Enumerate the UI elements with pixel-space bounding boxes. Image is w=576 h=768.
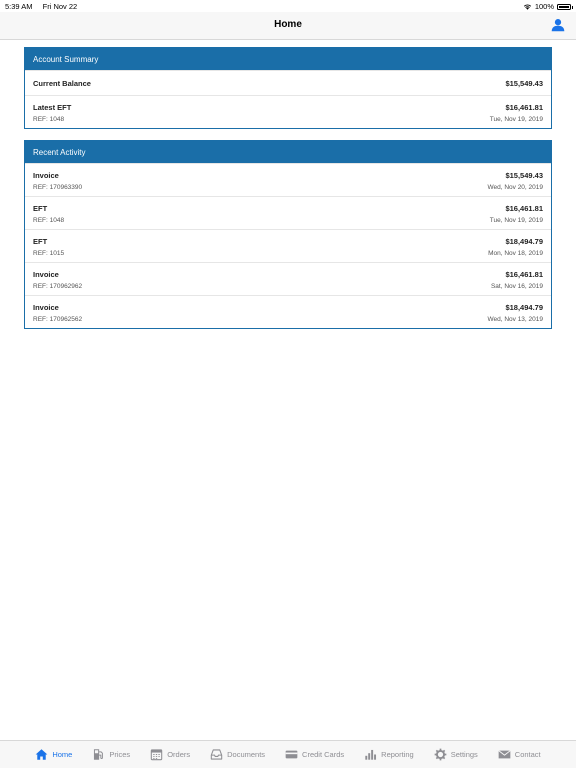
activity-type: EFT (33, 237, 48, 246)
current-balance-label: Current Balance (33, 79, 91, 88)
activity-amount: $16,461.81 (505, 204, 543, 213)
wifi-icon (523, 4, 531, 10)
activity-amount: $18,494.79 (505, 237, 543, 246)
activity-ref: REF: 170962562 (33, 316, 83, 323)
status-date: Fri Nov 22 (42, 2, 78, 11)
latest-eft-ref: REF: 1048 (33, 116, 65, 123)
tab-reporting[interactable]: Reporting (354, 741, 424, 768)
activity-row[interactable]: Invoice $18,494.79 REF: 170962562 Wed, N… (25, 295, 551, 328)
activity-amount: $15,549.43 (505, 171, 543, 180)
activity-type: Invoice (33, 303, 59, 312)
activity-date: Wed, Nov 20, 2019 (487, 184, 543, 191)
navigation-bar: Home (0, 12, 576, 40)
recent-activity-card: Recent Activity Invoice $15,549.43 REF: … (24, 140, 552, 329)
account-summary-title: Account Summary (25, 48, 551, 70)
current-balance-amount: $15,549.43 (505, 79, 543, 88)
tab-prices-label: Prices (109, 750, 131, 759)
tab-orders-label: Orders (167, 750, 191, 759)
tab-credit-cards[interactable]: Credit Cards (275, 741, 354, 768)
battery-icon (557, 3, 573, 10)
activity-date: Wed, Nov 13, 2019 (487, 316, 543, 323)
status-time: 5:39 AM (5, 2, 33, 11)
activity-amount: $18,494.79 (505, 303, 543, 312)
tab-orders[interactable]: Orders (140, 741, 200, 768)
tab-settings[interactable]: Settings (424, 741, 488, 768)
bar-chart-icon (365, 749, 377, 760)
tab-documents-label: Documents (227, 750, 266, 759)
activity-date: Mon, Nov 18, 2019 (488, 250, 543, 257)
activity-date: Sat, Nov 16, 2019 (490, 283, 543, 290)
activity-ref: REF: 1015 (33, 250, 65, 257)
page-title: Home (274, 19, 302, 30)
battery-percent: 100% (534, 2, 554, 11)
home-icon (35, 749, 48, 760)
activity-type: EFT (33, 204, 48, 213)
activity-ref: REF: 1048 (33, 217, 65, 224)
tab-prices[interactable]: Prices (82, 741, 140, 768)
tab-documents[interactable]: Documents (200, 741, 275, 768)
tab-home[interactable]: Home (25, 741, 82, 768)
activity-row[interactable]: Invoice $16,461.81 REF: 170962962 Sat, N… (25, 262, 551, 295)
latest-eft-amount: $16,461.81 (505, 103, 543, 112)
activity-row[interactable]: EFT $16,461.81 REF: 1048 Tue, Nov 19, 20… (25, 196, 551, 229)
tab-contact-label: Contact (514, 750, 541, 759)
status-bar: 5:39 AM Fri Nov 22 100% (0, 0, 576, 12)
gear-icon (434, 748, 447, 761)
tab-home-label: Home (52, 750, 73, 759)
activity-date: Tue, Nov 19, 2019 (489, 217, 543, 224)
latest-eft-row[interactable]: Latest EFT $16,461.81 REF: 1048 Tue, Nov… (25, 95, 551, 128)
latest-eft-date: Tue, Nov 19, 2019 (489, 116, 543, 123)
envelope-icon (498, 750, 511, 759)
recent-activity-title: Recent Activity (25, 141, 551, 163)
tab-bar: Home Prices Orders Documents Credit Card… (0, 740, 576, 768)
activity-row[interactable]: Invoice $15,549.43 REF: 170963390 Wed, N… (25, 163, 551, 196)
tab-credit-cards-label: Credit Cards (302, 750, 345, 759)
fuel-pump-icon (94, 749, 104, 760)
tab-reporting-label: Reporting (381, 750, 414, 759)
activity-amount: $16,461.81 (505, 270, 543, 279)
tab-settings-label: Settings (450, 750, 478, 759)
tab-contact[interactable]: Contact (488, 741, 551, 768)
latest-eft-label: Latest EFT (33, 103, 72, 112)
calendar-icon (150, 749, 163, 761)
activity-type: Invoice (33, 270, 59, 279)
activity-row[interactable]: EFT $18,494.79 REF: 1015 Mon, Nov 18, 20… (25, 229, 551, 262)
credit-card-icon (285, 750, 298, 759)
inbox-icon (210, 749, 223, 760)
activity-type: Invoice (33, 171, 59, 180)
current-balance-row: Current Balance $15,549.43 (25, 70, 551, 95)
user-icon[interactable] (551, 18, 565, 32)
activity-ref: REF: 170962962 (33, 283, 83, 290)
account-summary-card: Account Summary Current Balance $15,549.… (24, 47, 552, 129)
activity-ref: REF: 170963390 (33, 184, 83, 191)
